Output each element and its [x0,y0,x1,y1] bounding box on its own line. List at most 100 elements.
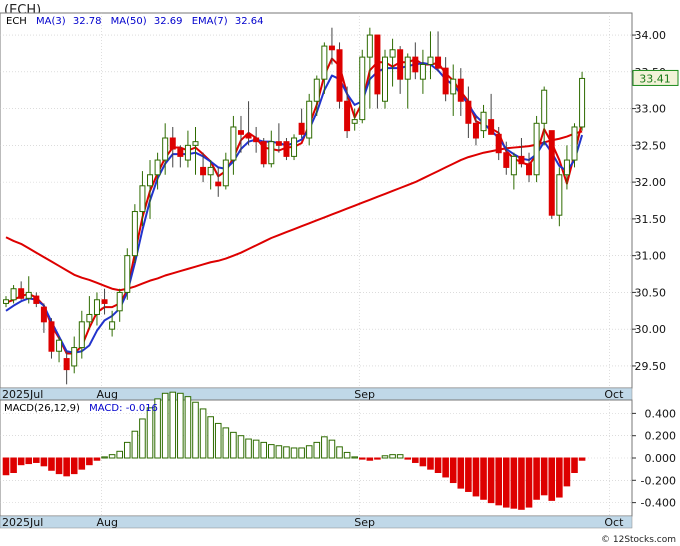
legend-ma3-label: MA(3) [36,16,66,27]
macd-bar [381,455,389,459]
macd-bar [70,457,78,475]
candle-body [25,291,32,299]
macd-bar [321,436,328,459]
legend-ma3-value: 32.78 [73,16,102,27]
macd-bar [495,457,502,506]
macd-title: MACD(26,12,9) [4,403,80,414]
macd-bar [252,439,260,459]
candle-body [162,137,169,161]
price-tick-label: 33.00 [635,103,667,116]
candle-body [351,119,358,124]
macd-tick-label: -0.200 [641,474,676,487]
macd-bar [245,438,252,459]
macd-bar [351,456,358,459]
last-price-box: 33.41 [632,69,679,86]
macd-bar [366,457,374,461]
macd-bar [131,430,139,459]
candle-body [556,174,563,216]
price-tick-label: 32.50 [635,139,667,152]
macd-date-band [0,515,633,529]
macd-bar [449,457,457,484]
candle-body [488,119,495,135]
candle-body [419,63,426,80]
svg-text:ECH MA(3) 32.7: ECH MA(3) 32.78 MA(50) 32.69 EMA(7) 32.6… [6,16,263,27]
macd-bar [465,457,472,492]
macd-bar [101,456,108,459]
candle-body [222,159,229,187]
macd-bar [2,457,10,476]
candle-body [215,181,222,187]
candle-body [548,130,555,216]
macd-bar [533,457,540,500]
macd-tick-label: 0.400 [645,407,677,420]
candle-body [131,211,138,257]
candle-body [116,291,123,312]
macd-bar [169,391,177,459]
price-tick-label: 34.00 [635,29,667,42]
candle-body [10,288,17,301]
stock-chart: (ECH) 29.5030.0030.5031.0031.5032.0032.5… [0,3,679,545]
macd-bar [442,457,449,478]
candle-body [71,347,78,367]
macd-bar [480,457,487,500]
price-x-label: Oct [604,388,624,401]
macd-tick-label: 0.000 [645,452,677,465]
macd-bar [33,457,40,463]
macd-tick-label: 0.200 [645,430,677,443]
legend-ma50-value: 32.69 [154,16,183,27]
candle-body [397,49,404,80]
candle-body [382,56,388,102]
candle-body [563,159,570,176]
candle-body [291,137,298,157]
price-panel: 29.50 30.00 30.50 31.00 31.50 32.00 32.50 33.00… [0,12,679,389]
macd-bar [412,457,419,463]
candle [533,115,540,183]
candle-body [192,141,199,146]
price-tick-label: 31.00 [635,250,667,263]
candle-body [404,56,411,80]
macd-bar [123,441,131,459]
candle-body [359,56,366,121]
macd-bar [571,457,578,473]
candle-body [344,100,351,132]
macd-bar [389,454,396,459]
candle-body [78,321,85,349]
candle-body [457,78,464,102]
candle-body [18,288,25,299]
macd-bar [93,457,101,461]
macd-bar [525,457,533,508]
macd-bar [108,454,116,459]
candle-body [63,358,70,371]
candle-body [298,122,305,135]
candle-body [533,122,540,176]
candle-body [253,137,260,143]
price-tick-label: 30.50 [635,286,667,299]
candle-body [56,339,63,352]
macd-bar [510,457,518,509]
price-x-label: 2025Jul [2,388,43,401]
candle-body [169,137,176,150]
macd-bar [275,445,283,459]
macd-bar [222,427,230,459]
price-x-label: Sep [354,388,375,401]
macd-bar [328,439,336,459]
price-tick-label: 31.50 [635,213,667,226]
macd-bar [237,435,245,459]
macd-bar [540,457,548,496]
macd-bar [192,401,199,459]
candle [131,204,138,263]
svg-text:MACD(26,12,9) MACD:: MACD(26,12,9) MACD: -0.016 [4,403,158,414]
candle-body [40,306,47,323]
macd-bar [260,441,268,459]
macd-bar [230,431,237,459]
candle-body [541,89,548,124]
candle [382,49,388,109]
macd-bar [457,457,465,489]
macd-x-label: Oct [604,516,624,529]
candle-body [86,313,93,323]
candle-body [109,321,116,330]
macd-y-axis: 0.400 0.200 0.000 -0.200 -0.400 [632,407,677,510]
candle-body [389,49,396,58]
macd-bar [78,457,86,470]
macd-x-label: Aug [97,516,118,529]
